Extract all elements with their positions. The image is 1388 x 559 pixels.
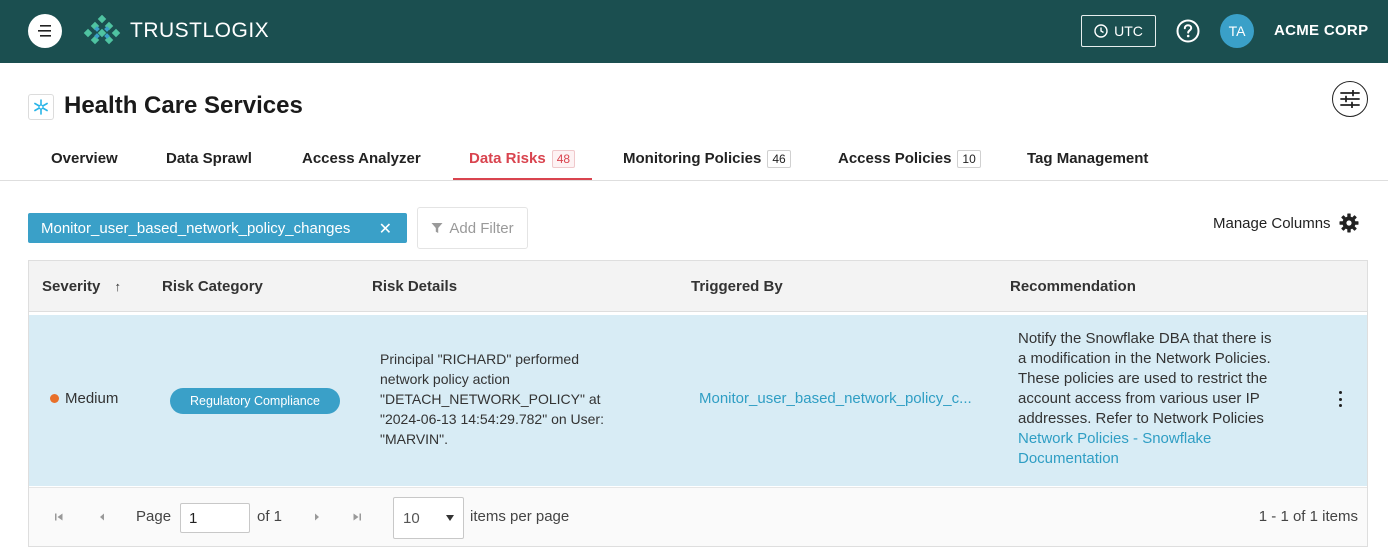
risks-table: Severity ↑ Risk Category Risk Details Tr… [28, 260, 1368, 547]
tab-label: Access Policies [838, 150, 952, 167]
active-tab-indicator [453, 178, 592, 180]
brand-name: TRUSTLOGIX [130, 19, 270, 42]
tab-overview[interactable]: Overview [51, 136, 118, 181]
tab-label: Data Sprawl [166, 150, 252, 167]
page-size-value: 10 [403, 509, 420, 527]
severity-indicator-dot [50, 393, 59, 403]
tab-monitoring-policies[interactable]: Monitoring Policies 46 [623, 136, 791, 181]
column-header-recommendation[interactable]: Recommendation [1010, 278, 1136, 295]
tab-access-analyzer[interactable]: Access Analyzer [302, 136, 421, 181]
timezone-label: UTC [1114, 23, 1143, 39]
last-page-icon[interactable] [352, 512, 362, 522]
page-label: Page [136, 508, 172, 525]
timezone-button[interactable]: UTC [1081, 15, 1156, 47]
sort-ascending-icon: ↑ [114, 279, 122, 294]
documentation-link[interactable]: Network Policies - Snowflake Documentati… [1018, 429, 1271, 469]
tab-tag-management[interactable]: Tag Management [1027, 136, 1148, 181]
close-icon[interactable]: ✕ [379, 219, 392, 239]
page-total-label: of 1 [257, 508, 283, 525]
page-number-input[interactable] [180, 503, 250, 533]
severity-cell: Medium [50, 389, 118, 409]
hamburger-icon [38, 25, 51, 37]
menu-button[interactable] [28, 14, 62, 48]
row-actions-kebab-icon[interactable] [1337, 391, 1343, 407]
org-name[interactable]: ACME CORP [1274, 22, 1368, 39]
trustlogix-logo-icon [83, 15, 121, 45]
column-header-risk-category[interactable]: Risk Category [162, 278, 263, 295]
page-title: Health Care Services [64, 92, 303, 119]
help-icon[interactable] [1176, 19, 1200, 43]
tab-data-sprawl[interactable]: Data Sprawl [166, 136, 252, 181]
tab-label: Access Analyzer [302, 150, 421, 167]
items-per-page-label: items per page [470, 508, 570, 525]
table-header: Severity ↑ Risk Category Risk Details Tr… [29, 261, 1367, 312]
next-page-icon[interactable] [312, 512, 322, 522]
pagination-bar: Page of 1 10 items per page 1 - 1 of 1 i… [29, 487, 1367, 546]
tab-bar: Overview Data Sprawl Access Analyzer Dat… [0, 136, 1388, 181]
tab-count-badge: 48 [551, 149, 576, 168]
add-filter-label: Add Filter [449, 219, 514, 237]
pagination-summary: 1 - 1 of 1 items [1258, 508, 1358, 525]
manage-columns-button[interactable]: Manage Columns [1213, 212, 1359, 234]
sliders-icon [1340, 90, 1360, 108]
manage-columns-label: Manage Columns [1213, 214, 1331, 232]
triggered-by-link[interactable]: Monitor_user_based_network_policy_c... [699, 389, 972, 409]
tab-count-badge: 10 [957, 149, 981, 168]
active-filter-chip[interactable]: Monitor_user_based_network_policy_change… [28, 213, 407, 243]
first-page-icon[interactable] [54, 512, 64, 522]
column-header-risk-details[interactable]: Risk Details [372, 278, 457, 295]
tab-label: Tag Management [1027, 150, 1149, 167]
tab-label: Monitoring Policies [623, 150, 762, 167]
user-avatar[interactable]: TA [1220, 14, 1254, 48]
recommendation-cell: Notify the Snowflake DBA that there is a… [1018, 330, 1272, 469]
column-header-triggered-by[interactable]: Triggered By [691, 278, 783, 295]
tab-label: Data Risks [469, 150, 546, 167]
table-row[interactable]: Medium Regulatory Compliance Principal "… [29, 315, 1367, 486]
funnel-icon [431, 223, 443, 233]
tab-access-policies[interactable]: Access Policies 10 [838, 136, 981, 181]
tab-data-risks[interactable]: Data Risks 48 [469, 136, 576, 181]
gear-icon [1339, 213, 1359, 233]
risk-details-cell: Principal "RICHARD" performed network po… [380, 351, 604, 447]
clock-icon [1094, 24, 1108, 38]
tab-label: Overview [51, 150, 118, 167]
filter-settings-button[interactable] [1332, 81, 1368, 117]
add-filter-button[interactable]: Add Filter [417, 207, 528, 249]
snowflake-icon [28, 94, 54, 120]
column-header-severity[interactable]: Severity ↑ [42, 278, 121, 295]
severity-label: Medium [65, 390, 119, 407]
tab-count-badge: 46 [767, 149, 791, 168]
brand-logo[interactable]: TRUSTLOGIX [82, 15, 269, 47]
risk-category-pill: Regulatory Compliance [170, 388, 340, 414]
chevron-down-icon [446, 515, 454, 521]
top-bar: TRUSTLOGIX UTC TA ACME CORP [0, 0, 1388, 63]
page-size-select[interactable]: 10 [393, 497, 464, 539]
previous-page-icon[interactable] [97, 512, 107, 522]
filter-chip-label: Monitor_user_based_network_policy_change… [41, 219, 351, 237]
